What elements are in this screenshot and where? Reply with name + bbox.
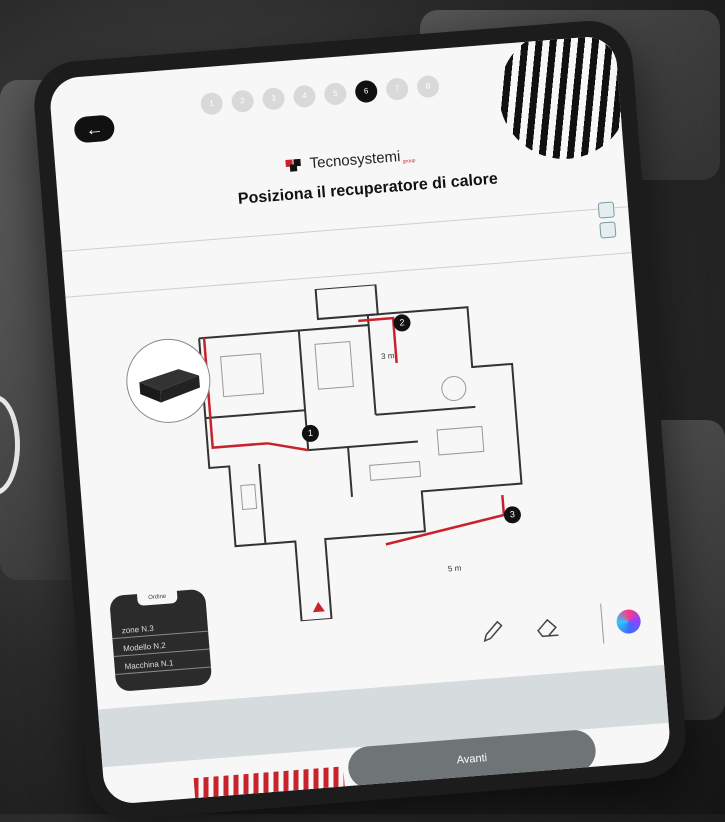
step-indicator: 1 2 3 4 5 6 7 8 (199, 74, 440, 116)
eraser-icon[interactable] (532, 611, 564, 643)
brand-sub: group (402, 157, 416, 165)
step-dot[interactable]: 5 (323, 82, 348, 106)
step-dot[interactable]: 8 (416, 74, 440, 99)
layer-grid-icon[interactable] (599, 221, 617, 239)
dimension-label: 5 m (448, 563, 462, 573)
tablet-device: ← 1 2 3 4 5 6 7 8 Tecnosystemi group Pos… (31, 17, 689, 822)
page-title: Posiziona il recuperatore di calore (237, 170, 499, 208)
step-dot[interactable]: 2 (230, 89, 255, 114)
step-dot[interactable]: 4 (292, 84, 317, 109)
step-dot-active[interactable]: 6 (354, 79, 379, 104)
layer-add-icon[interactable] (597, 201, 615, 219)
step-dot[interactable]: 3 (261, 86, 286, 111)
divider (61, 206, 629, 252)
dimension-label: 3 m (381, 351, 395, 361)
logo-icon (285, 158, 304, 172)
arrow-left-icon: ← (84, 118, 105, 140)
toolbar-divider (600, 603, 605, 644)
pencil-icon[interactable] (477, 615, 509, 647)
brand-name: Tecnosystemi (309, 148, 401, 173)
brand-logo: Tecnosystemi group (285, 147, 416, 174)
color-picker[interactable] (615, 608, 642, 635)
step-dot[interactable]: 7 (385, 77, 409, 101)
step-dot[interactable]: 1 (199, 91, 224, 116)
floor-plan[interactable]: 4 m 3 m 5 m (136, 271, 571, 632)
decorative-stripes-bottom (193, 766, 346, 806)
layer-controls (597, 201, 617, 239)
decorative-stripes (494, 34, 634, 164)
tablet-screen: ← 1 2 3 4 5 6 7 8 Tecnosystemi group Pos… (48, 34, 672, 806)
entrance-arrow (312, 601, 325, 613)
back-button[interactable]: ← (73, 114, 116, 144)
